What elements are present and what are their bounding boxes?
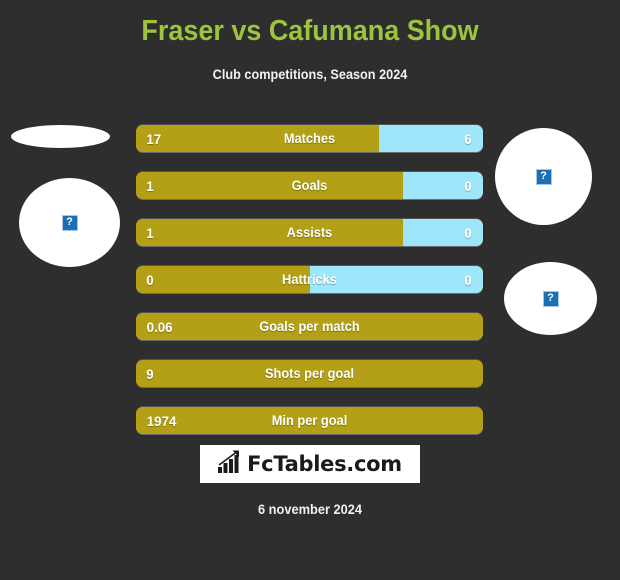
broken-image-icon bbox=[61, 214, 78, 231]
away-photo-main bbox=[504, 262, 597, 335]
stat-away-value: 0 bbox=[464, 177, 472, 194]
stat-label: Goals per match bbox=[259, 319, 360, 334]
stat-label: Assists bbox=[286, 225, 333, 240]
stat-label: Min per goal bbox=[271, 413, 348, 428]
stat-away-value: 0 bbox=[464, 271, 472, 288]
stat-row: 1 Assists 0 bbox=[136, 219, 483, 246]
stat-row: 0 Hattricks 0 bbox=[136, 266, 483, 293]
home-photo-top bbox=[11, 125, 110, 148]
stat-label: Goals bbox=[291, 178, 328, 193]
page-subtitle: Club competitions, Season 2024 bbox=[212, 67, 408, 82]
page-header: Fraser vs Cafumana Show Club competition… bbox=[0, 0, 620, 82]
stats-comparison-chart: 17 Matches 6 1 Goals 0 1 Assists 0 0 Hat… bbox=[136, 125, 483, 454]
broken-image-icon bbox=[542, 290, 559, 307]
stat-row: 1974 Min per goal bbox=[136, 407, 483, 434]
fctables-logo[interactable]: FcTables.com bbox=[200, 445, 420, 483]
fctables-logo-text: FcTables.com bbox=[247, 451, 402, 476]
stat-row: 1 Goals 0 bbox=[136, 172, 483, 199]
away-photo-top bbox=[495, 128, 592, 225]
stat-label: Matches bbox=[283, 131, 336, 146]
broken-image-icon bbox=[535, 168, 552, 185]
stat-row: 0.06 Goals per match bbox=[136, 313, 483, 340]
stat-label: Hattricks bbox=[282, 272, 337, 287]
stat-away-value: 6 bbox=[464, 130, 472, 147]
stat-row: 9 Shots per goal bbox=[136, 360, 483, 387]
stat-label: Shots per goal bbox=[264, 366, 355, 381]
stat-row: 17 Matches 6 bbox=[136, 125, 483, 152]
stat-away-value: 0 bbox=[464, 224, 472, 241]
home-photo-main bbox=[19, 178, 120, 267]
page-title: Fraser vs Cafumana Show bbox=[141, 15, 479, 47]
footer-date: 6 november 2024 bbox=[257, 502, 363, 517]
bar-chart-growth-icon bbox=[218, 449, 244, 479]
